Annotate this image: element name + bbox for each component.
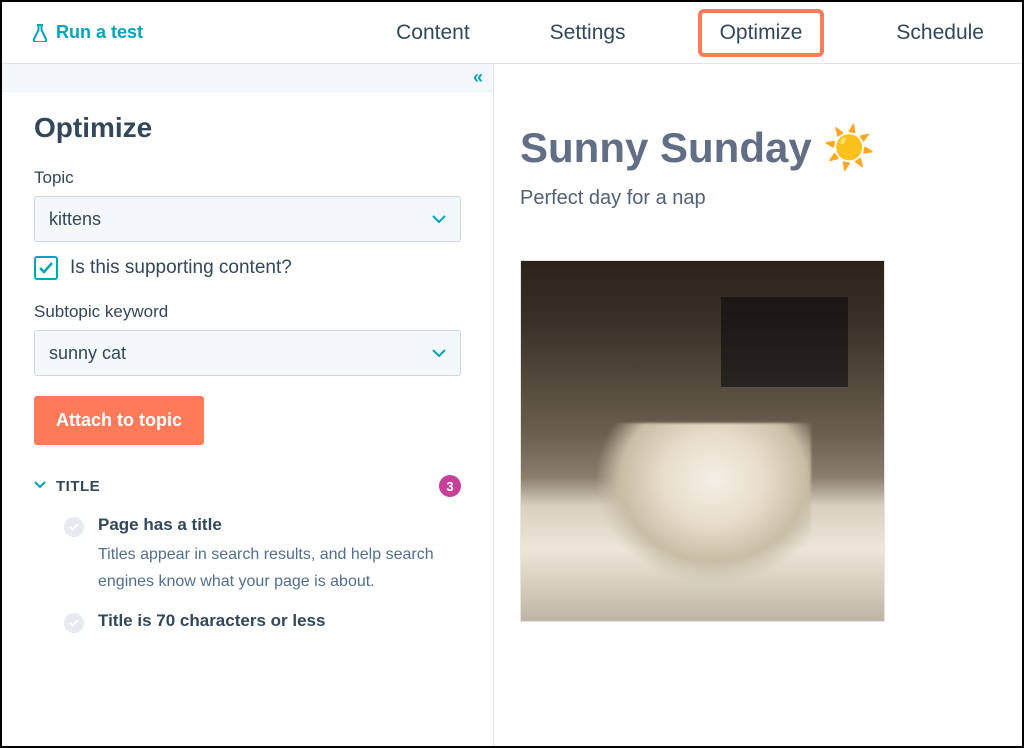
tab-content[interactable]: Content (388, 11, 478, 55)
check-desc: Titles appear in search results, and hel… (98, 541, 461, 595)
optimize-panel: Optimize Topic kittens Is this supportin… (2, 92, 493, 746)
optimize-sidebar: « Optimize Topic kittens Is this support… (2, 64, 494, 746)
subtopic-select[interactable]: sunny cat (34, 330, 461, 376)
section-header-title[interactable]: TITLE 3 (34, 475, 461, 497)
check-circle-icon (64, 517, 84, 537)
topic-select[interactable]: kittens (34, 196, 461, 242)
subtopic-label: Subtopic keyword (34, 302, 461, 322)
caret-down-icon (432, 209, 446, 230)
check-content: Title is 70 characters or less (98, 611, 325, 637)
content-preview: Sunny Sunday ☀️ Perfect day for a nap (494, 64, 1022, 746)
main-area: « Optimize Topic kittens Is this support… (2, 64, 1022, 746)
tab-settings[interactable]: Settings (542, 11, 634, 55)
supporting-checkbox[interactable] (34, 256, 58, 280)
chevron-down-icon (34, 477, 46, 495)
tab-optimize[interactable]: Optimize (698, 9, 825, 57)
collapse-left-icon: « (473, 67, 479, 88)
flask-icon (32, 24, 48, 42)
check-title: Page has a title (98, 515, 461, 535)
run-test-label: Run a test (56, 22, 143, 43)
tab-schedule[interactable]: Schedule (888, 11, 992, 55)
content-image (520, 260, 885, 622)
subtopic-value: sunny cat (49, 343, 126, 364)
sidebar-collapse-bar[interactable]: « (2, 64, 493, 92)
check-item: Page has a title Titles appear in search… (34, 515, 461, 595)
check-title: Title is 70 characters or less (98, 611, 325, 631)
panel-title: Optimize (34, 112, 461, 144)
nav-tabs: Content Settings Optimize Schedule (143, 2, 992, 63)
topic-label: Topic (34, 168, 461, 188)
supporting-label: Is this supporting content? (70, 257, 292, 279)
topic-value: kittens (49, 209, 101, 230)
attach-to-topic-button[interactable]: Attach to topic (34, 396, 204, 445)
check-item: Title is 70 characters or less (34, 611, 461, 637)
section-badge: 3 (439, 475, 461, 497)
check-circle-icon (64, 613, 84, 633)
supporting-content-row: Is this supporting content? (34, 256, 461, 280)
caret-down-icon (432, 343, 446, 364)
run-a-test-link[interactable]: Run a test (32, 22, 143, 43)
page-subtitle: Perfect day for a nap (520, 187, 992, 210)
page-title: Sunny Sunday ☀️ (520, 124, 992, 173)
check-content: Page has a title Titles appear in search… (98, 515, 461, 595)
section-title-label: TITLE (56, 478, 429, 495)
editor-header: Run a test Content Settings Optimize Sch… (2, 2, 1022, 64)
